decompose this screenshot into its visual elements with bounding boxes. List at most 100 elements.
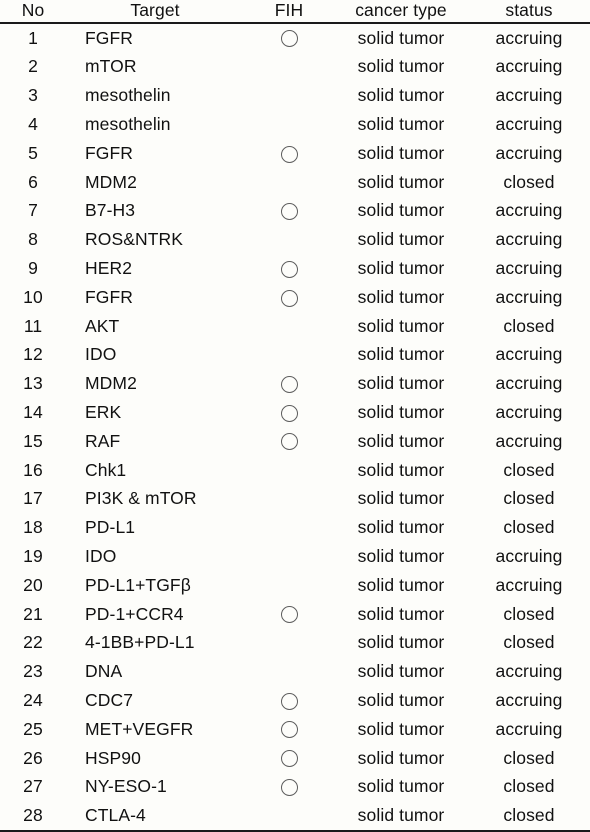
cell-target: NY-ESO-1 [85, 776, 167, 797]
cell-no: 5 [28, 142, 38, 163]
cell-no: 12 [23, 344, 43, 365]
cell-fih [244, 773, 334, 802]
table-row: 28 CTLA-4 solid tumor closed [0, 801, 590, 832]
cell-target: HER2 [85, 258, 133, 279]
cell-target: CDC7 [85, 689, 134, 710]
cell-target: FGFR [85, 142, 134, 163]
cell-no: 17 [23, 488, 43, 509]
cell-cancer-type: solid tumor [357, 286, 445, 307]
table-row: 23 DNA solid tumor accruing [0, 658, 590, 687]
cell-no: 9 [28, 258, 38, 279]
cell-cancer-type: solid tumor [357, 517, 445, 538]
cell-status: accruing [495, 574, 563, 595]
cell-target: MDM2 [85, 373, 137, 394]
cell-fih [244, 600, 334, 629]
cell-status: closed [503, 517, 555, 538]
cell-no: 27 [23, 776, 43, 797]
cell-cancer-type: solid tumor [357, 56, 445, 77]
clinical-trials-table: No Target FIH cancer type status 1 FGFR so… [0, 0, 590, 832]
cell-target: FGFR [85, 27, 134, 48]
cell-cancer-type: solid tumor [357, 315, 445, 336]
cell-status: accruing [495, 286, 563, 307]
cell-no: 3 [28, 85, 38, 106]
cell-fih [244, 168, 334, 197]
table-header-row: No Target FIH cancer type status [0, 0, 590, 23]
table-row: 25 MET+VEGFR solid tumor accruing [0, 715, 590, 744]
cell-no: 8 [28, 229, 38, 250]
cell-cancer-type: solid tumor [357, 142, 445, 163]
table-row: 6 MDM2 solid tumor closed [0, 168, 590, 197]
hollow-circle-icon [280, 692, 298, 710]
cell-cancer-type: solid tumor [357, 114, 445, 135]
cell-status: accruing [495, 430, 563, 451]
table-row: 27 NY-ESO-1 solid tumor closed [0, 773, 590, 802]
table-row: 9 HER2 solid tumor accruing [0, 254, 590, 283]
cell-target: HSP90 [85, 747, 141, 768]
cell-no: 10 [23, 286, 43, 307]
column-header-status: status [505, 0, 553, 21]
cell-target: 4-1BB+PD-L1 [85, 632, 195, 653]
cell-fih [244, 23, 334, 53]
cell-target: CTLA-4 [66, 801, 244, 832]
cell-target: mTOR [85, 56, 137, 77]
table-header: No Target FIH cancer type status [0, 0, 590, 23]
fih-empty-placeholder [282, 233, 297, 248]
cell-cancer-type: solid tumor [357, 373, 445, 394]
fih-empty-placeholder [282, 118, 297, 133]
cell-cancer-type: solid tumor [357, 545, 445, 566]
cell-no: 7 [28, 200, 38, 221]
cell-no: 26 [23, 747, 43, 768]
table-row: 5 FGFR solid tumor accruing [0, 139, 590, 168]
hollow-circle-icon [280, 203, 298, 221]
cell-cancer-type: solid tumor [357, 459, 445, 480]
fih-empty-placeholder [282, 60, 297, 75]
cell-fih [244, 744, 334, 773]
cell-status: accruing [495, 344, 563, 365]
table-row: 20 PD-L1+TGFβ solid tumor accruing [0, 571, 590, 600]
cell-cancer-type: solid tumor [357, 661, 445, 682]
hollow-circle-icon [280, 289, 298, 307]
hollow-circle-icon [280, 779, 298, 797]
cell-no: 18 [23, 517, 43, 538]
cell-fih [244, 542, 334, 571]
cell-target: mesothelin [85, 114, 171, 135]
table-row: 26 HSP90 solid tumor closed [0, 744, 590, 773]
table-row: 7 B7-H3 solid tumor accruing [0, 197, 590, 226]
fih-empty-placeholder [282, 89, 297, 104]
hollow-circle-icon [280, 375, 298, 393]
cell-no: 13 [23, 373, 43, 394]
cell-target: PD-1+CCR4 [85, 603, 184, 624]
cell-fih [244, 82, 334, 111]
cell-status: accruing [495, 27, 563, 48]
cell-fih [244, 254, 334, 283]
cell-target: AKT [85, 315, 120, 336]
hollow-circle-icon [280, 721, 298, 739]
cell-no: 14 [23, 402, 43, 422]
fih-empty-placeholder [282, 176, 297, 191]
cell-target: FGFR [85, 286, 134, 307]
cell-cancer-type: solid tumor [357, 430, 445, 451]
cell-status: accruing [495, 142, 563, 163]
cell-no: 24 [23, 689, 43, 710]
cell-no: 19 [23, 545, 43, 566]
cell-no: 21 [23, 603, 43, 624]
fih-empty-placeholder [282, 521, 297, 536]
cell-cancer-type: solid tumor [357, 402, 445, 422]
table-row: 14 ERK solid tumor accruing [0, 398, 590, 427]
cell-status: accruing [495, 545, 563, 566]
hollow-circle-icon [280, 260, 298, 278]
table-row: 21 PD-1+CCR4 solid tumor closed [0, 600, 590, 629]
cell-no: 2 [28, 56, 38, 77]
cell-no: 16 [23, 459, 43, 480]
cell-no: 4 [28, 114, 38, 135]
cell-target: Chk1 [85, 459, 127, 480]
table-row: 19 IDO solid tumor accruing [0, 542, 590, 571]
cell-fih [244, 571, 334, 600]
cell-fih [244, 686, 334, 715]
fih-empty-placeholder [282, 809, 297, 824]
cell-fih [244, 341, 334, 370]
cell-status: closed [503, 315, 555, 336]
cell-fih [244, 312, 334, 341]
cell-cancer-type: solid tumor [357, 574, 445, 595]
cell-fih [244, 197, 334, 226]
